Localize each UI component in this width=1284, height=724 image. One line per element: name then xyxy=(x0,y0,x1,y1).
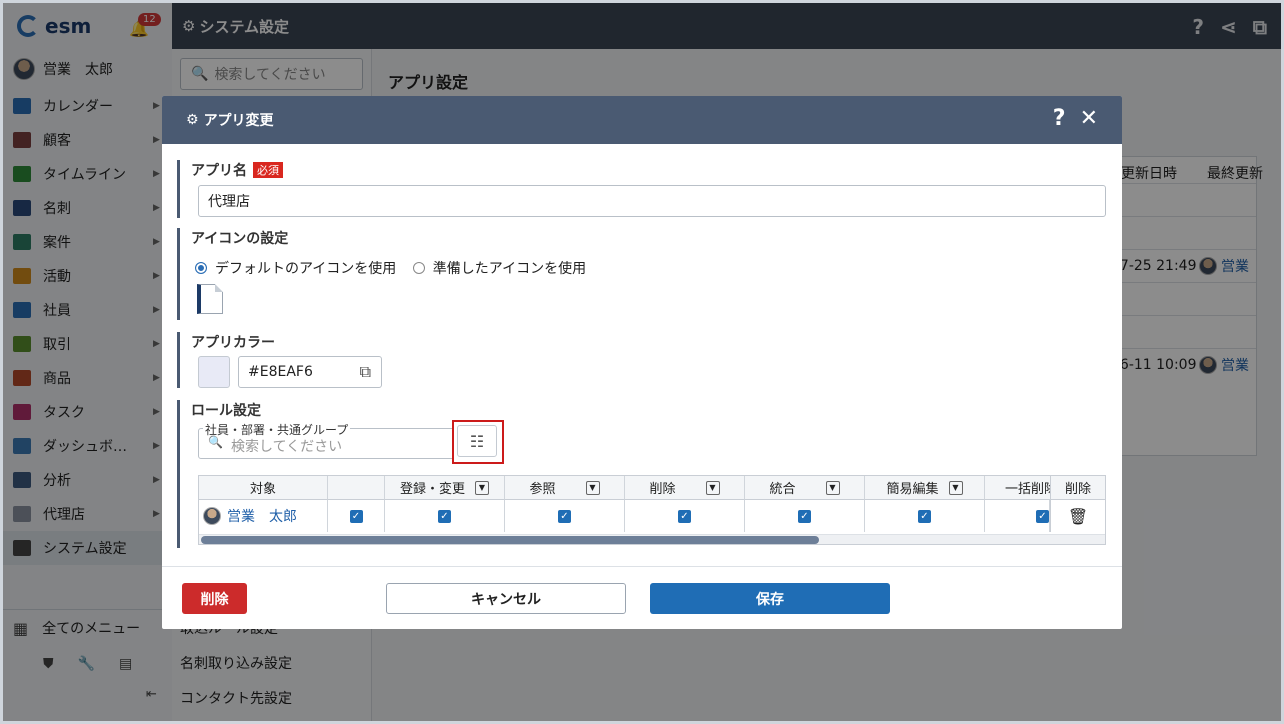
header-label: 登録・変更 xyxy=(399,482,465,497)
checkbox-view[interactable]: ✓ xyxy=(558,509,571,523)
filter-button-highlight: ☷ xyxy=(452,420,504,464)
delete-button-label: 削除 xyxy=(200,591,229,608)
app-edit-dialog: ⚙ アプリ変更 ? ✕ アプリ名 必須 代理店 アイコンの設定 デフォルトのアイコ… xyxy=(162,96,1122,629)
checkbox-register[interactable]: ✓ xyxy=(438,509,451,523)
icon-settings-label: アイコンの設定 xyxy=(191,231,289,247)
checkbox-merge[interactable]: ✓ xyxy=(798,509,811,523)
grid-cell: ✓ xyxy=(985,500,1050,532)
sliders-icon: ☷ xyxy=(469,431,485,451)
radio-unselected xyxy=(412,262,425,274)
app-icon-preview xyxy=(197,284,223,314)
checkbox-quick-edit[interactable]: ✓ xyxy=(918,509,931,523)
radio-default-label: デフォルトのアイコンを使用 xyxy=(215,261,397,277)
checkbox-all[interactable]: ✓ xyxy=(349,509,363,523)
icon-radio-group: デフォルトのアイコンを使用 準備したアイコンを使用 xyxy=(195,258,586,278)
checkbox-delete[interactable]: ✓ xyxy=(678,509,691,523)
column-header-bulk-delete: 一括削除 xyxy=(985,476,1055,500)
target-user-cell[interactable]: 営業 太郎 xyxy=(199,500,328,532)
save-button-label: 保存 xyxy=(756,591,784,608)
role-search-placeholder: 検索してください xyxy=(231,439,343,455)
app-name-section: アプリ名 必須 代理店 xyxy=(177,160,1107,218)
dialog-actions: ? ✕ xyxy=(1053,106,1098,131)
scrollbar-thumb[interactable] xyxy=(201,536,819,544)
target-user-link[interactable]: 営業 太郎 xyxy=(227,506,297,526)
horizontal-scrollbar[interactable] xyxy=(199,534,1105,544)
column-header-view: 参照 ▼ xyxy=(505,476,625,500)
dropdown-icon[interactable]: ▼ xyxy=(948,480,963,495)
grid-cell: ✓ xyxy=(505,500,625,532)
dropdown-icon[interactable]: ▼ xyxy=(585,480,600,495)
column-header-merge: 統合 ▼ xyxy=(745,476,865,500)
search-icon: 🔍 xyxy=(208,435,223,449)
required-badge: 必須 xyxy=(253,162,283,178)
avatar xyxy=(203,507,221,525)
grid-cell: ✓ xyxy=(625,500,745,532)
grid-cell: ✓ xyxy=(328,500,385,532)
column-header-quick-edit: 簡易編集 ▼ xyxy=(865,476,985,500)
app-color-label: アプリカラー xyxy=(191,335,275,351)
header-label: 統合 xyxy=(769,482,796,497)
radio-custom-label: 準備したアイコンを使用 xyxy=(432,261,587,277)
column-header xyxy=(328,476,385,500)
radio-selected xyxy=(195,262,207,274)
app-name-label: アプリ名 xyxy=(191,163,247,179)
gear-icon: ⚙ xyxy=(186,112,199,128)
radio-custom-icon[interactable]: 準備したアイコンを使用 xyxy=(412,261,587,277)
header-label: 簡易編集 xyxy=(886,482,939,497)
header-label: 削除 xyxy=(649,482,676,497)
column-header-register: 登録・変更 ▼ xyxy=(385,476,505,500)
header-label: 参照 xyxy=(529,482,556,497)
delete-button[interactable]: 削除 xyxy=(182,583,247,614)
header-label: 対象 xyxy=(249,482,276,497)
header-label: 一括削除 xyxy=(1005,482,1055,497)
app-name-value: 代理店 xyxy=(208,194,250,210)
grid-cell: ✓ xyxy=(745,500,865,532)
dialog-header: ⚙ アプリ変更 ? ✕ xyxy=(162,96,1122,144)
column-header: 対象 xyxy=(199,476,328,500)
copy-icon[interactable]: ⧉ xyxy=(360,362,371,382)
dialog-footer: 削除 キャンセル 保存 xyxy=(162,566,1122,629)
app-color-section: アプリカラー #E8EAF6 ⧉ xyxy=(177,332,1107,388)
color-value: #E8EAF6 xyxy=(248,364,313,380)
grid-cell: ✓ xyxy=(865,500,985,532)
radio-default-icon[interactable]: デフォルトのアイコンを使用 xyxy=(195,261,396,277)
app-name-input[interactable]: 代理店 xyxy=(198,185,1106,217)
dropdown-icon[interactable]: ▼ xyxy=(705,480,720,495)
role-permission-grid: 対象 登録・変更 ▼ 参照 ▼ 削除 ▼ 統合 ▼ 簡易編集 ▼ 一括削除 削除 営業 太… xyxy=(198,475,1106,545)
grid-cell: ✓ xyxy=(385,500,505,532)
trash-icon[interactable]: 🗑 xyxy=(1068,507,1088,526)
header-label: 削除 xyxy=(1064,482,1091,497)
checkbox-bulk-delete[interactable]: ✓ xyxy=(1036,509,1049,523)
dialog-title: アプリ変更 xyxy=(203,113,274,129)
color-swatch[interactable] xyxy=(198,356,230,388)
cancel-button[interactable]: キャンセル xyxy=(386,583,626,614)
close-icon[interactable]: ✕ xyxy=(1080,106,1098,131)
dropdown-icon[interactable]: ▼ xyxy=(475,480,489,495)
role-settings-label: ロール設定 xyxy=(191,403,261,419)
column-header-delete: 削除 ▼ xyxy=(625,476,745,500)
color-input[interactable]: #E8EAF6 ⧉ xyxy=(238,356,382,388)
filter-button[interactable]: ☷ xyxy=(457,425,497,457)
column-header-remove: 削除 xyxy=(1050,476,1105,500)
dropdown-icon[interactable]: ▼ xyxy=(825,480,840,495)
save-button[interactable]: 保存 xyxy=(650,583,890,614)
help-icon[interactable]: ? xyxy=(1053,106,1066,131)
grid-cell: 🗑 xyxy=(1050,500,1105,532)
cancel-button-label: キャンセル xyxy=(471,591,541,608)
icon-settings-section: アイコンの設定 デフォルトのアイコンを使用 準備したアイコンを使用 xyxy=(177,228,1107,320)
